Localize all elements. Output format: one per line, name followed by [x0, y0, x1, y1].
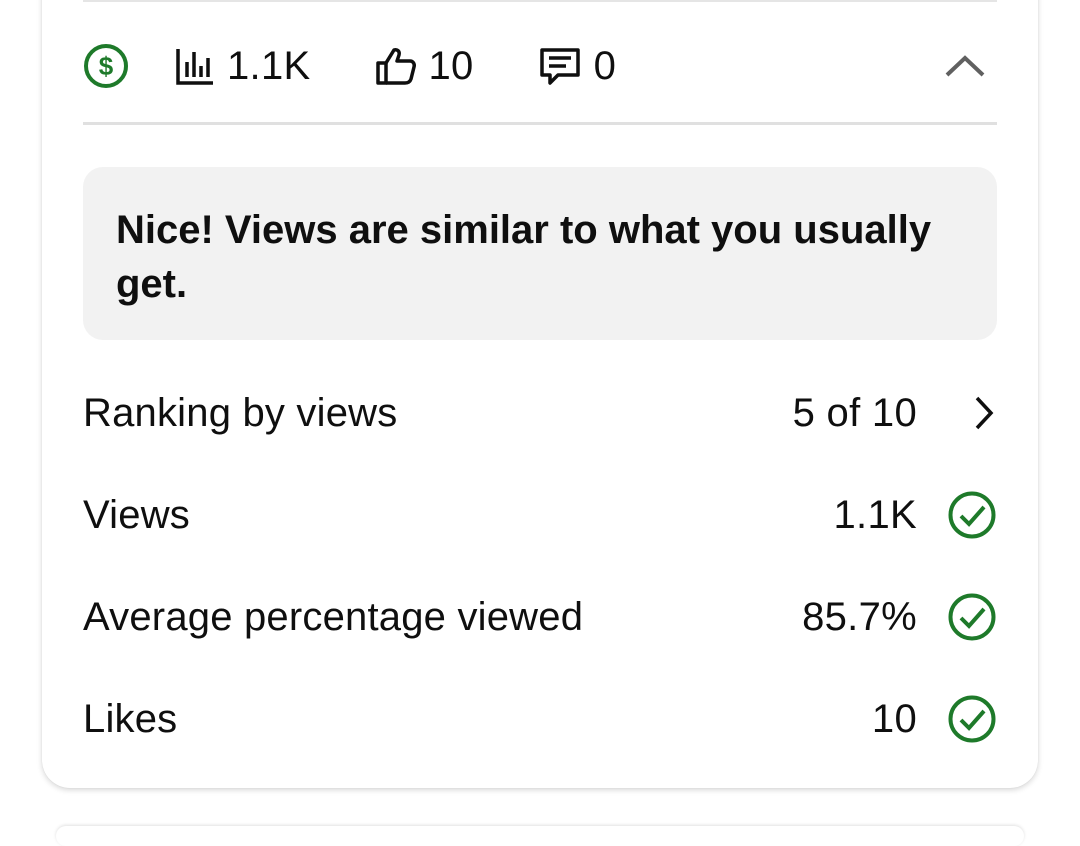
metric-value: 85.7% [802, 594, 917, 639]
metric-row-ranking[interactable]: Ranking by views 5 of 10 [83, 362, 997, 464]
metric-label: Ranking by views [83, 390, 398, 435]
metric-row-avg-percentage: Average percentage viewed 85.7% [83, 566, 997, 668]
metric-label: Likes [83, 696, 178, 741]
chevron-up-icon [945, 55, 985, 77]
views-stat: 1.1K [175, 44, 311, 89]
stats-bar: $ 1.1K 10 0 [83, 18, 997, 114]
metric-value: 1.1K [833, 492, 917, 537]
views-count: 1.1K [227, 43, 311, 88]
insight-text: Nice! Views are similar to what you usua… [116, 208, 932, 306]
comments-stat: 0 [538, 44, 617, 89]
svg-text:$: $ [99, 51, 114, 81]
likes-stat: 10 [375, 44, 474, 89]
bar-chart-icon [176, 49, 213, 85]
comments-count: 0 [593, 43, 617, 88]
next-card-edge [56, 826, 1024, 846]
check-circle-icon [948, 695, 996, 743]
insight-message: Nice! Views are similar to what you usua… [83, 167, 997, 340]
metric-label: Average percentage viewed [83, 594, 584, 639]
monetization-status: $ [83, 43, 129, 89]
metric-row-views: Views 1.1K [83, 464, 997, 566]
check-circle-icon [948, 593, 996, 641]
metric-value: 5 of 10 [792, 390, 917, 435]
metric-label: Views [83, 492, 190, 537]
dollar-circle-icon: $ [84, 44, 128, 88]
chevron-right-icon [975, 396, 994, 430]
check-circle-icon [948, 491, 996, 539]
thumbs-up-icon [375, 48, 416, 85]
comment-icon [539, 48, 580, 85]
likes-count: 10 [428, 43, 474, 88]
collapse-button[interactable] [937, 38, 993, 94]
stats-divider [83, 122, 997, 125]
metric-value: 10 [871, 696, 917, 741]
metric-row-likes: Likes 10 [83, 668, 997, 770]
metrics-list: Ranking by views 5 of 10 Views 1.1K Aver… [83, 362, 997, 770]
top-divider [83, 0, 997, 2]
